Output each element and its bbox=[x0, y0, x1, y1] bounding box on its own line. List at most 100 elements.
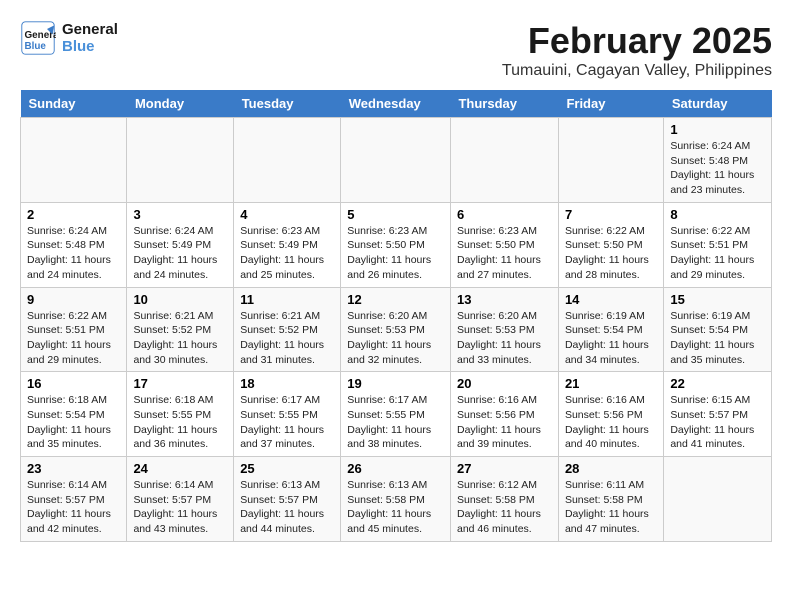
day-info: Sunrise: 6:18 AM Sunset: 5:55 PM Dayligh… bbox=[133, 393, 227, 452]
day-number: 4 bbox=[240, 207, 334, 222]
day-info: Sunrise: 6:23 AM Sunset: 5:50 PM Dayligh… bbox=[457, 224, 552, 283]
day-info: Sunrise: 6:18 AM Sunset: 5:54 PM Dayligh… bbox=[27, 393, 120, 452]
calendar-cell: 27 Sunrise: 6:12 AM Sunset: 5:58 PM Dayli… bbox=[450, 457, 558, 542]
calendar-cell: 5Sunrise: 6:23 AM Sunset: 5:50 PM Daylig… bbox=[341, 202, 451, 287]
day-number: 15 bbox=[670, 292, 765, 307]
day-number: 6 bbox=[457, 207, 552, 222]
day-number: 27 bbox=[457, 461, 552, 476]
day-number: 14 bbox=[565, 292, 657, 307]
calendar-cell: 23 Sunrise: 6:14 AM Sunset: 5:57 PM Dayli… bbox=[21, 457, 127, 542]
day-number: 23 bbox=[27, 461, 120, 476]
calendar-cell: 14 Sunrise: 6:19 AM Sunset: 5:54 PM Dayli… bbox=[558, 287, 663, 372]
day-number: 17 bbox=[133, 376, 227, 391]
logo-text: GeneralBlue bbox=[62, 21, 118, 55]
weekday-header-thursday: Thursday bbox=[450, 90, 558, 118]
day-info: Sunrise: 6:21 AM Sunset: 5:52 PM Dayligh… bbox=[133, 309, 227, 368]
day-number: 20 bbox=[457, 376, 552, 391]
day-number: 16 bbox=[27, 376, 120, 391]
day-number: 5 bbox=[347, 207, 444, 222]
title-block: February 2025 Tumauini, Cagayan Valley, … bbox=[502, 20, 772, 80]
day-info: Sunrise: 6:15 AM Sunset: 5:57 PM Dayligh… bbox=[670, 393, 765, 452]
day-info: Sunrise: 6:22 AM Sunset: 5:50 PM Dayligh… bbox=[565, 224, 657, 283]
calendar-table: SundayMondayTuesdayWednesdayThursdayFrid… bbox=[20, 90, 772, 542]
calendar-week-2: 2 Sunrise: 6:24 AM Sunset: 5:48 PM Daylig… bbox=[21, 202, 772, 287]
logo-icon: General Blue bbox=[20, 20, 56, 56]
calendar-cell: 25 Sunrise: 6:13 AM Sunset: 5:57 PM Dayli… bbox=[234, 457, 341, 542]
calendar-cell: 13 Sunrise: 6:20 AM Sunset: 5:53 PM Dayli… bbox=[450, 287, 558, 372]
calendar-cell: 6 Sunrise: 6:23 AM Sunset: 5:50 PM Daylig… bbox=[450, 202, 558, 287]
calendar-cell bbox=[127, 118, 234, 203]
day-info: Sunrise: 6:23 AM Sunset: 5:49 PM Dayligh… bbox=[240, 224, 334, 283]
day-number: 12 bbox=[347, 292, 444, 307]
day-number: 8 bbox=[670, 207, 765, 222]
day-number: 3 bbox=[133, 207, 227, 222]
weekday-header-wednesday: Wednesday bbox=[341, 90, 451, 118]
calendar-cell bbox=[21, 118, 127, 203]
calendar-cell: 15 Sunrise: 6:19 AM Sunset: 5:54 PM Dayli… bbox=[664, 287, 772, 372]
day-number: 10 bbox=[133, 292, 227, 307]
day-number: 13 bbox=[457, 292, 552, 307]
calendar-week-3: 9 Sunrise: 6:22 AM Sunset: 5:51 PM Daylig… bbox=[21, 287, 772, 372]
calendar-cell: 1 Sunrise: 6:24 AM Sunset: 5:48 PM Daylig… bbox=[664, 118, 772, 203]
month-title: February 2025 bbox=[502, 20, 772, 62]
day-info: Sunrise: 6:13 AM Sunset: 5:58 PM Dayligh… bbox=[347, 478, 444, 537]
svg-text:Blue: Blue bbox=[25, 41, 47, 52]
day-info: Sunrise: 6:22 AM Sunset: 5:51 PM Dayligh… bbox=[670, 224, 765, 283]
day-info: Sunrise: 6:22 AM Sunset: 5:51 PM Dayligh… bbox=[27, 309, 120, 368]
day-number: 19 bbox=[347, 376, 444, 391]
calendar-cell: 18Sunrise: 6:17 AM Sunset: 5:55 PM Dayli… bbox=[234, 372, 341, 457]
calendar-cell: 21Sunrise: 6:16 AM Sunset: 5:56 PM Dayli… bbox=[558, 372, 663, 457]
day-info: Sunrise: 6:14 AM Sunset: 5:57 PM Dayligh… bbox=[27, 478, 120, 537]
day-number: 28 bbox=[565, 461, 657, 476]
calendar-week-5: 23 Sunrise: 6:14 AM Sunset: 5:57 PM Dayli… bbox=[21, 457, 772, 542]
day-info: Sunrise: 6:24 AM Sunset: 5:49 PM Dayligh… bbox=[133, 224, 227, 283]
weekday-header-tuesday: Tuesday bbox=[234, 90, 341, 118]
day-info: Sunrise: 6:16 AM Sunset: 5:56 PM Dayligh… bbox=[457, 393, 552, 452]
day-info: Sunrise: 6:19 AM Sunset: 5:54 PM Dayligh… bbox=[565, 309, 657, 368]
calendar-cell bbox=[341, 118, 451, 203]
calendar-cell: 20 Sunrise: 6:16 AM Sunset: 5:56 PM Dayli… bbox=[450, 372, 558, 457]
calendar-cell: 19 Sunrise: 6:17 AM Sunset: 5:55 PM Dayli… bbox=[341, 372, 451, 457]
day-info: Sunrise: 6:24 AM Sunset: 5:48 PM Dayligh… bbox=[670, 139, 765, 198]
day-number: 26 bbox=[347, 461, 444, 476]
day-number: 7 bbox=[565, 207, 657, 222]
calendar-cell bbox=[234, 118, 341, 203]
calendar-cell: 16 Sunrise: 6:18 AM Sunset: 5:54 PM Dayli… bbox=[21, 372, 127, 457]
logo: General Blue GeneralBlue bbox=[20, 20, 118, 56]
calendar-cell: 28 Sunrise: 6:11 AM Sunset: 5:58 PM Dayli… bbox=[558, 457, 663, 542]
calendar-cell: 17 Sunrise: 6:18 AM Sunset: 5:55 PM Dayli… bbox=[127, 372, 234, 457]
calendar-cell: 9 Sunrise: 6:22 AM Sunset: 5:51 PM Daylig… bbox=[21, 287, 127, 372]
day-number: 11 bbox=[240, 292, 334, 307]
weekday-header-monday: Monday bbox=[127, 90, 234, 118]
calendar-cell: 8 Sunrise: 6:22 AM Sunset: 5:51 PM Daylig… bbox=[664, 202, 772, 287]
location-title: Tumauini, Cagayan Valley, Philippines bbox=[502, 62, 772, 80]
day-info: Sunrise: 6:12 AM Sunset: 5:58 PM Dayligh… bbox=[457, 478, 552, 537]
day-number: 25 bbox=[240, 461, 334, 476]
day-info: Sunrise: 6:11 AM Sunset: 5:58 PM Dayligh… bbox=[565, 478, 657, 537]
day-number: 24 bbox=[133, 461, 227, 476]
calendar-cell: 12Sunrise: 6:20 AM Sunset: 5:53 PM Dayli… bbox=[341, 287, 451, 372]
day-number: 18 bbox=[240, 376, 334, 391]
day-info: Sunrise: 6:24 AM Sunset: 5:48 PM Dayligh… bbox=[27, 224, 120, 283]
calendar-cell: 11 Sunrise: 6:21 AM Sunset: 5:52 PM Dayli… bbox=[234, 287, 341, 372]
calendar-week-4: 16 Sunrise: 6:18 AM Sunset: 5:54 PM Dayli… bbox=[21, 372, 772, 457]
calendar-cell: 7 Sunrise: 6:22 AM Sunset: 5:50 PM Daylig… bbox=[558, 202, 663, 287]
day-info: Sunrise: 6:20 AM Sunset: 5:53 PM Dayligh… bbox=[457, 309, 552, 368]
weekday-header-friday: Friday bbox=[558, 90, 663, 118]
day-info: Sunrise: 6:13 AM Sunset: 5:57 PM Dayligh… bbox=[240, 478, 334, 537]
day-info: Sunrise: 6:21 AM Sunset: 5:52 PM Dayligh… bbox=[240, 309, 334, 368]
day-info: Sunrise: 6:17 AM Sunset: 5:55 PM Dayligh… bbox=[347, 393, 444, 452]
day-number: 2 bbox=[27, 207, 120, 222]
calendar-cell: 26 Sunrise: 6:13 AM Sunset: 5:58 PM Dayli… bbox=[341, 457, 451, 542]
day-info: Sunrise: 6:16 AM Sunset: 5:56 PM Dayligh… bbox=[565, 393, 657, 452]
calendar-cell: 10 Sunrise: 6:21 AM Sunset: 5:52 PM Dayli… bbox=[127, 287, 234, 372]
day-number: 9 bbox=[27, 292, 120, 307]
weekday-header-sunday: Sunday bbox=[21, 90, 127, 118]
calendar-cell: 22 Sunrise: 6:15 AM Sunset: 5:57 PM Dayli… bbox=[664, 372, 772, 457]
calendar-cell bbox=[664, 457, 772, 542]
calendar-cell bbox=[450, 118, 558, 203]
calendar-cell: 24Sunrise: 6:14 AM Sunset: 5:57 PM Dayli… bbox=[127, 457, 234, 542]
day-number: 22 bbox=[670, 376, 765, 391]
day-info: Sunrise: 6:19 AM Sunset: 5:54 PM Dayligh… bbox=[670, 309, 765, 368]
day-number: 1 bbox=[670, 122, 765, 137]
